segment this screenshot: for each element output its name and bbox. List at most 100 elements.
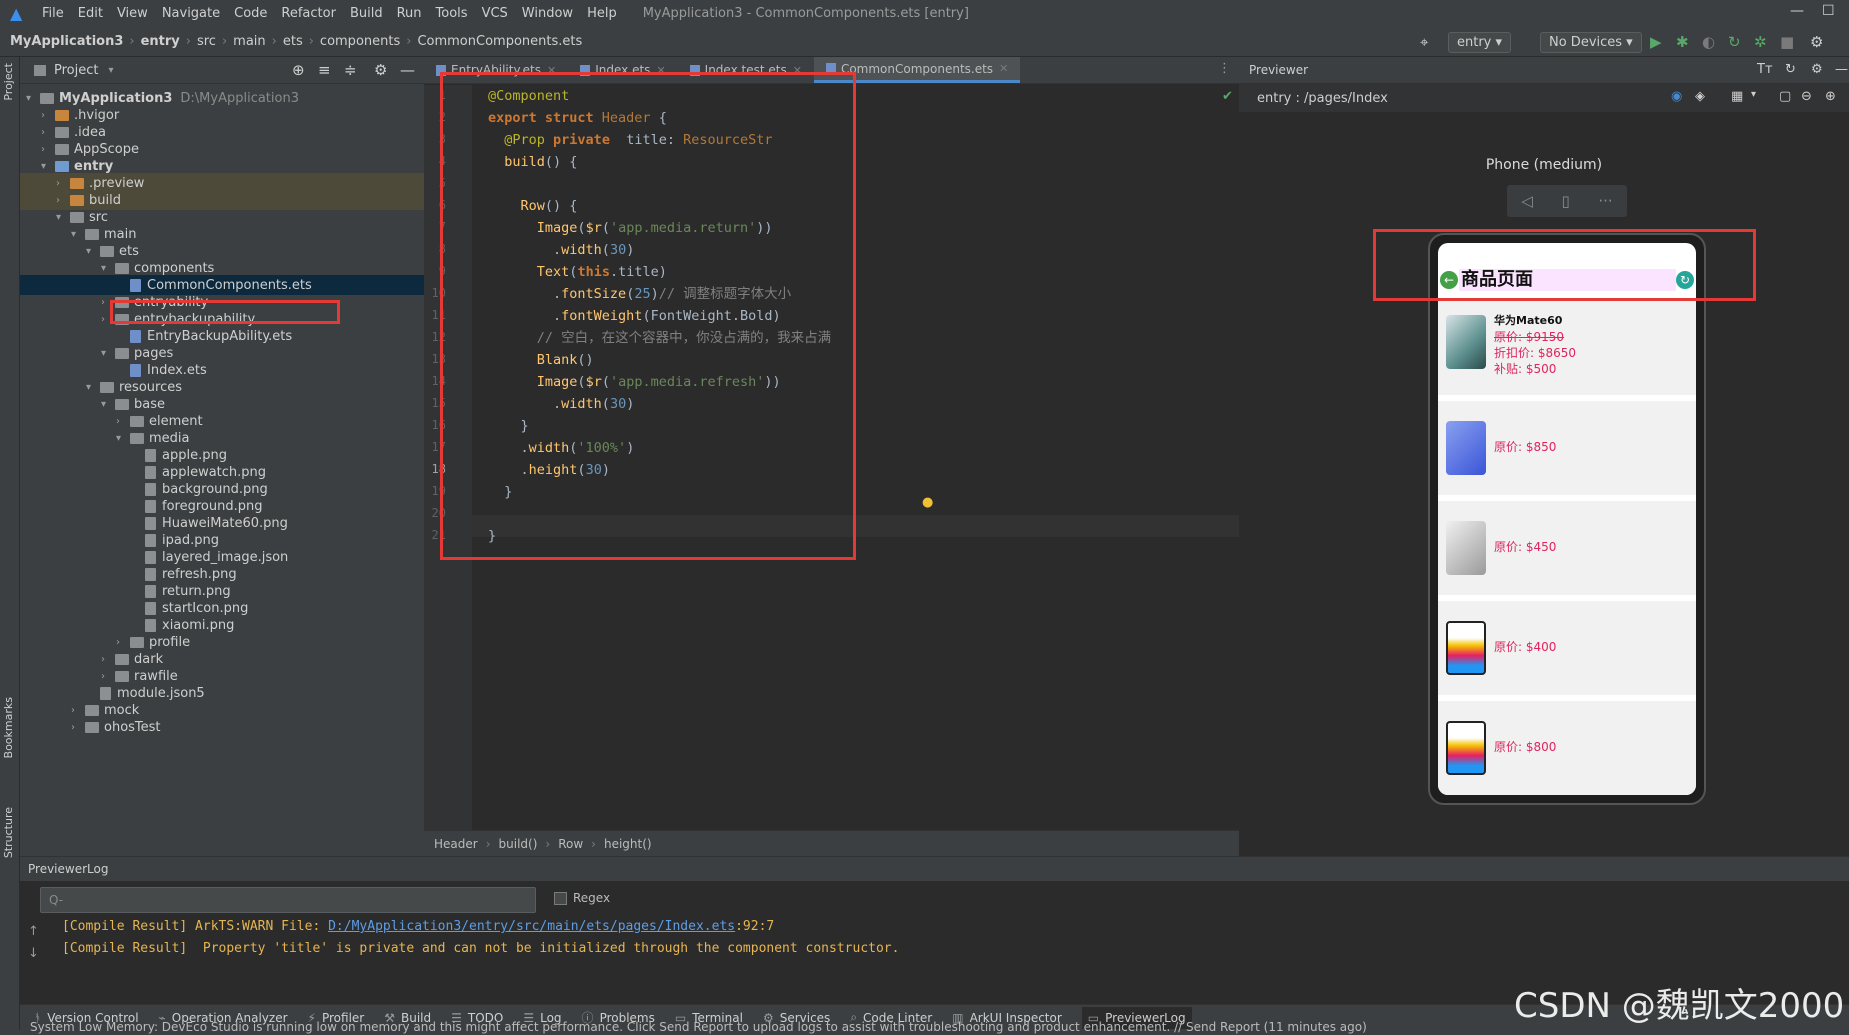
gear-icon[interactable]: ⚙ xyxy=(374,61,387,79)
menu-window[interactable]: Window xyxy=(522,6,573,21)
chevron-down-icon[interactable]: ▾ xyxy=(116,433,130,444)
chevron-right-icon[interactable]: › xyxy=(101,654,115,665)
menu-refactor[interactable]: Refactor xyxy=(281,6,336,21)
folder-icon xyxy=(100,245,114,257)
crumb-src[interactable]: src xyxy=(197,34,216,49)
lightbulb-icon[interactable]: ● xyxy=(922,495,933,510)
menu-help[interactable]: Help xyxy=(587,6,617,21)
chevron-right-icon[interactable]: › xyxy=(71,722,85,733)
annotation-box-file xyxy=(110,300,340,324)
menu-view[interactable]: View xyxy=(117,6,148,21)
chevron-right-icon[interactable]: › xyxy=(116,416,130,427)
chevron-down-icon[interactable]: ▾ xyxy=(101,348,115,359)
menu-navigate[interactable]: Navigate xyxy=(162,6,220,21)
grid-icon[interactable]: ▦ xyxy=(1731,89,1743,104)
device-select[interactable]: No Devices ▾ xyxy=(1540,32,1642,53)
list-item[interactable]: 原价: $800 xyxy=(1438,701,1696,795)
bookmarks-tool-tab[interactable]: Bookmarks xyxy=(2,697,15,758)
fit-icon[interactable]: ▢ xyxy=(1779,89,1791,104)
zoom-out-icon[interactable]: ⊖ xyxy=(1801,89,1812,104)
layers-icon[interactable]: ◈ xyxy=(1695,89,1705,104)
chevron-down-icon[interactable]: ▾ xyxy=(101,399,115,410)
attach-icon[interactable]: ◐ xyxy=(1702,33,1715,51)
chevron-down-icon[interactable]: ▾ xyxy=(86,246,100,257)
settings-icon[interactable]: ⚙ xyxy=(1810,33,1823,51)
log-file-link[interactable]: D:/MyApplication3/entry/src/main/ets/pag… xyxy=(328,919,735,934)
list-item[interactable]: 原价: $850 xyxy=(1438,401,1696,495)
log-search-input[interactable]: Q- xyxy=(40,887,536,913)
chevron-down-icon[interactable]: ▾ xyxy=(26,93,40,104)
chevron-down-icon[interactable]: ▾ xyxy=(41,161,55,172)
collapse-all-icon[interactable]: ≑ xyxy=(344,61,357,79)
profile-icon[interactable]: ✲ xyxy=(1754,33,1767,51)
run-icon[interactable]: ▶ xyxy=(1650,33,1662,51)
chevron-right-icon[interactable]: › xyxy=(41,144,55,155)
crumb-project[interactable]: MyApplication3 xyxy=(10,34,123,49)
menu-file[interactable]: File xyxy=(42,6,64,21)
inspector-icon[interactable]: ◉ xyxy=(1671,89,1682,104)
refresh-icon[interactable]: ↻ xyxy=(1785,62,1796,77)
regex-checkbox[interactable] xyxy=(554,891,567,905)
chevron-down-icon[interactable]: ▾ xyxy=(1751,89,1756,100)
project-tool-tab[interactable]: Project xyxy=(2,63,15,101)
hide-panel-icon[interactable]: — xyxy=(400,61,415,79)
chevron-right-icon[interactable]: › xyxy=(101,671,115,682)
chevron-down-icon[interactable]: ▾ xyxy=(86,382,100,393)
font-size-icon[interactable]: Tт xyxy=(1757,62,1773,77)
back-icon[interactable]: ◁ xyxy=(1521,192,1533,210)
stop-icon[interactable]: ■ xyxy=(1780,33,1794,51)
list-item[interactable]: 原价: $450 xyxy=(1438,501,1696,595)
menu-vcs[interactable]: VCS xyxy=(482,6,508,21)
crumb-components[interactable]: components xyxy=(320,34,400,49)
annotation-box-header xyxy=(1373,229,1756,301)
bc-height[interactable]: height() xyxy=(604,837,652,851)
list-item[interactable]: 原价: $400 xyxy=(1438,601,1696,695)
crumb-file[interactable]: CommonComponents.ets xyxy=(417,34,582,49)
bc-build[interactable]: build() xyxy=(499,837,538,851)
hide-icon[interactable]: — xyxy=(1835,62,1848,77)
chevron-right-icon[interactable]: › xyxy=(41,127,55,138)
zoom-in-icon[interactable]: ⊕ xyxy=(1825,89,1836,104)
tree-folder[interactable]: › ohosTest xyxy=(71,717,161,737)
project-panel-title[interactable]: Project xyxy=(54,63,98,78)
bc-row[interactable]: Row xyxy=(558,837,583,851)
chevron-right-icon[interactable]: › xyxy=(71,705,85,716)
chevron-right-icon[interactable]: › xyxy=(116,637,130,648)
folder-icon xyxy=(70,177,84,189)
expand-all-icon[interactable]: ≡ xyxy=(318,61,331,79)
structure-tool-tab[interactable]: Structure xyxy=(2,807,15,858)
chevron-down-icon[interactable]: ▾ xyxy=(56,212,70,223)
crumb-main[interactable]: main xyxy=(233,34,265,49)
rotate-icon[interactable]: ▯ xyxy=(1561,192,1569,210)
menu-code[interactable]: Code xyxy=(234,6,267,21)
close-icon[interactable]: ✕ xyxy=(999,62,1008,75)
menu-run[interactable]: Run xyxy=(397,6,422,21)
chevron-right-icon[interactable]: › xyxy=(56,178,70,189)
file-icon xyxy=(145,482,156,496)
bc-header[interactable]: Header xyxy=(434,837,478,851)
chevron-right-icon[interactable]: › xyxy=(41,110,55,121)
menu-edit[interactable]: Edit xyxy=(78,6,103,21)
regex-toggle[interactable]: Regex xyxy=(554,891,610,905)
chevron-down-icon[interactable]: ▾ xyxy=(71,229,85,240)
more-icon[interactable]: ··· xyxy=(1598,192,1612,210)
debug-icon[interactable]: ✱ xyxy=(1676,33,1689,51)
module-select[interactable]: entry ▾ xyxy=(1448,32,1512,53)
log-nav-arrows[interactable]: ↑ ↓ xyxy=(28,921,39,965)
minimize-icon[interactable]: — xyxy=(1790,3,1804,19)
target-icon[interactable]: ⌖ xyxy=(1420,33,1428,51)
chevron-down-icon[interactable]: ▾ xyxy=(108,65,113,76)
locate-icon[interactable]: ⊕ xyxy=(292,61,305,79)
crumb-ets[interactable]: ets xyxy=(283,34,303,49)
maximize-icon[interactable]: ☐ xyxy=(1822,3,1835,19)
chevron-right-icon[interactable]: › xyxy=(56,195,70,206)
chevron-down-icon[interactable]: ▾ xyxy=(101,263,115,274)
settings-icon[interactable]: ⚙ xyxy=(1811,62,1823,77)
crumb-entry[interactable]: entry xyxy=(141,34,180,49)
menu-build[interactable]: Build xyxy=(350,6,383,21)
reload-icon[interactable]: ↻ xyxy=(1728,33,1741,51)
more-tabs-icon[interactable]: ⋮ xyxy=(1218,61,1231,76)
menu-tools[interactable]: Tools xyxy=(436,6,468,21)
list-item[interactable]: 华为Mate60 原价: $9150 折扣价: $8650 补贴: $500 xyxy=(1438,301,1696,395)
file-icon xyxy=(145,448,156,462)
